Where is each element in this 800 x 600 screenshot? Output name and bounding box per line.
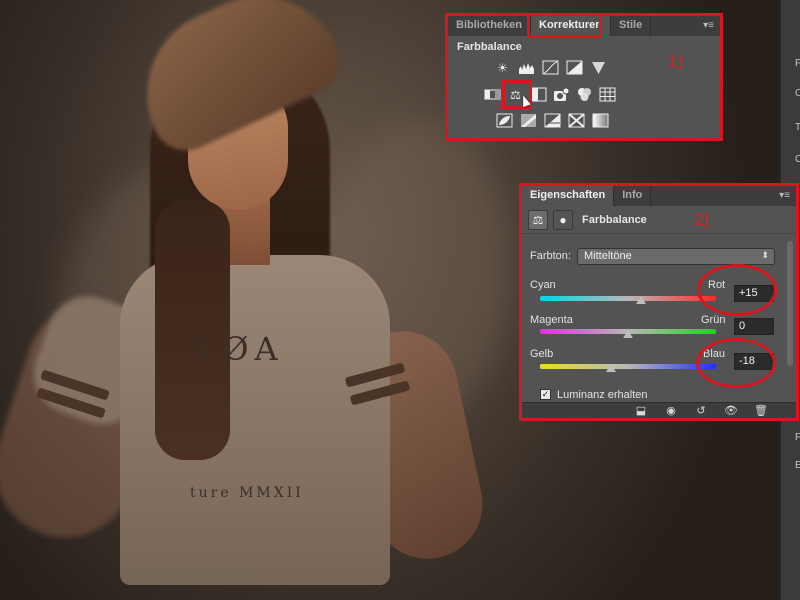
dock-glyph: E <box>795 460 800 471</box>
annotation-circle-rot-value <box>697 264 777 316</box>
dock-glyph: C <box>795 88 800 99</box>
dock-glyph: T <box>795 122 800 133</box>
shirt-print-top: LØA <box>195 330 284 368</box>
dock-glyph: C <box>795 154 800 165</box>
shirt-print-bottom: ture MMXII <box>190 485 304 501</box>
dock-glyph: F <box>795 58 800 69</box>
annotation-circle-blau-value <box>696 338 776 388</box>
dock-glyph: F <box>795 432 800 443</box>
annotation-highlight-korrekturen-tab <box>527 13 602 38</box>
